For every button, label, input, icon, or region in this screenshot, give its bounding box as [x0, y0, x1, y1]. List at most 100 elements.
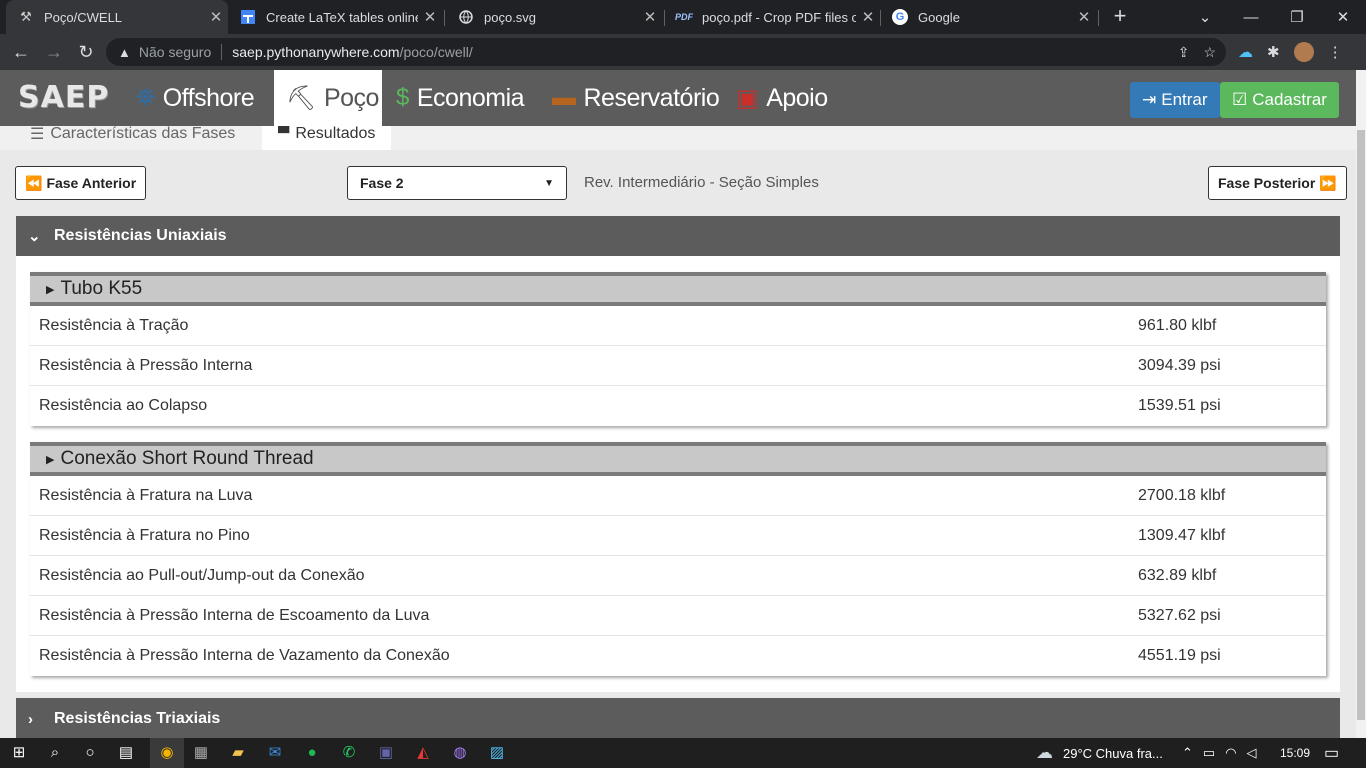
tab-search-button[interactable]: ⌄	[1182, 0, 1228, 34]
sign-in-icon: ⇥	[1142, 90, 1157, 109]
row-value: 1539.51 psi	[1138, 397, 1221, 414]
clock[interactable]: 15:09	[1280, 738, 1310, 768]
previous-phase-button[interactable]: ⏪ Fase Anterior	[15, 166, 147, 200]
pdf-favicon: PDF	[675, 12, 693, 22]
row-label: Resistência à Fratura na Luva	[39, 486, 253, 504]
panel-title: Resistências Uniaxiais	[54, 227, 227, 244]
tab-separator	[444, 10, 445, 26]
whatsapp-icon[interactable]: ✆	[338, 743, 360, 763]
avatar[interactable]	[1293, 42, 1314, 62]
address-bar[interactable]: ▲ Não seguro saep.pythonanywhere.com/poc…	[106, 38, 1226, 66]
close-icon[interactable]: ✕	[856, 8, 880, 26]
group-header[interactable]: ▶ Conexão Short Round Thread	[30, 446, 1326, 476]
register-button[interactable]: ☑ Cadastrar	[1220, 82, 1339, 118]
nav-offshore[interactable]: ⛯ Offshore	[136, 70, 255, 126]
search-icon[interactable]: ⌕	[44, 743, 66, 763]
extensions-area: ☁ ✱ ⋮	[1238, 42, 1343, 62]
tab-poco-svg[interactable]: poço.svg ✕	[446, 0, 662, 34]
nav-economia[interactable]: $ Economia	[396, 70, 525, 126]
close-icon[interactable]: ✕	[1072, 8, 1096, 26]
row-label: Resistência à Pressão Interna de Escoame…	[39, 606, 430, 624]
tab-resultados[interactable]: ▀ Resultados	[262, 126, 392, 150]
cloud-rain-icon: ☁	[1036, 743, 1053, 762]
group-conexao: ▶ Conexão Short Round Thread Resistência…	[30, 442, 1326, 676]
bookmark-star-icon[interactable]: ☆	[1203, 44, 1216, 61]
row-label: Resistência ao Colapso	[39, 397, 208, 414]
subtab-label: Características das Fases	[50, 126, 236, 142]
page-scrollbar[interactable]	[1356, 70, 1366, 740]
tab-separator	[1098, 10, 1099, 26]
results-content: ⏪ Fase Anterior Fase 2 ▼ Rev. Intermediá…	[0, 150, 1356, 740]
triaxial-panel-header[interactable]: › Resistências Triaxiais	[16, 698, 1340, 740]
group-title: Tubo K55	[60, 278, 143, 299]
tab-latex-tables[interactable]: Create LaTeX tables online – ✕	[228, 0, 442, 34]
row-value: 5327.62 psi	[1138, 606, 1221, 624]
more-menu-icon[interactable]: ⋮	[1328, 43, 1343, 61]
chrome-taskbar-icon[interactable]: ◉	[150, 738, 184, 768]
acrobat-icon[interactable]: ◭	[412, 743, 434, 763]
tab-title: Create LaTeX tables online –	[266, 9, 418, 25]
close-icon[interactable]: ✕	[204, 8, 228, 26]
notifications-icon[interactable]: ▭	[1324, 738, 1339, 768]
table-row: Resistência à Pressão Interna de Escoame…	[30, 596, 1326, 636]
next-phase-button[interactable]: Fase Posterior ⏩	[1208, 166, 1347, 200]
close-icon[interactable]: ✕	[638, 8, 662, 26]
site-logo[interactable]: SAEP	[18, 80, 109, 115]
battery-icon[interactable]: ▭	[1203, 745, 1215, 761]
previous-phase-label: Fase Anterior	[46, 175, 137, 191]
github-desktop-icon[interactable]: ◍	[449, 743, 471, 763]
uniaxial-panel-header[interactable]: ⌄ Resistências Uniaxiais	[16, 216, 1340, 256]
wifi-icon[interactable]: ◠	[1225, 745, 1236, 761]
security-status[interactable]: Não seguro	[139, 44, 211, 60]
tab-poco-cwell[interactable]: ⚒ Poço/CWELL ✕	[6, 0, 228, 34]
uniaxial-panel: ⌄ Resistências Uniaxiais ▶ Tubo K55 Resi…	[16, 216, 1340, 692]
nav-label: Poço	[323, 83, 379, 112]
group-tubo: ▶ Tubo K55 Resistência à Tração 961.80 k…	[30, 272, 1326, 426]
row-value: 2700.18 klbf	[1138, 486, 1226, 504]
scrollbar-thumb[interactable]	[1357, 130, 1365, 720]
row-label: Resistência à Tração	[39, 316, 189, 334]
tab-caracteristicas[interactable]: ☰ Características das Fases	[30, 126, 235, 150]
phase-select[interactable]: Fase 2 ▼	[347, 166, 567, 200]
tab-google[interactable]: G Google ✕	[880, 0, 1096, 34]
reload-button[interactable]: ↻	[74, 40, 98, 64]
omnibox-actions: ⇪ ☆	[1178, 44, 1216, 61]
register-label: Cadastrar	[1252, 90, 1327, 109]
file-explorer-icon[interactable]: ▰	[227, 743, 249, 763]
forward-button[interactable]: →	[42, 40, 66, 64]
nav-poco[interactable]: ⛏ Poço	[274, 70, 382, 126]
group-header[interactable]: ▶ Tubo K55	[30, 276, 1326, 306]
warning-icon[interactable]: ▲	[118, 45, 131, 60]
cortana-icon[interactable]: ○	[79, 743, 101, 763]
mail-icon[interactable]: ✉	[264, 743, 286, 763]
windows-start-icon[interactable]: ⊞	[8, 743, 30, 763]
table-row: Resistência à Fratura na Luva 2700.18 kl…	[30, 476, 1326, 516]
saep-favicon: ⚒	[20, 9, 32, 24]
document-icon: ☰	[30, 126, 45, 143]
spotify-icon[interactable]: ●	[301, 743, 323, 763]
chevron-right-icon: ›	[28, 710, 33, 728]
new-tab-button[interactable]: +	[1108, 4, 1132, 28]
calculator-icon[interactable]: ▦	[190, 743, 212, 763]
photos-icon[interactable]: ▨	[486, 743, 508, 763]
weather-widget[interactable]: ☁ 29°C Chuva fra...	[1036, 738, 1163, 768]
volume-icon[interactable]: ◁	[1247, 745, 1257, 761]
teams-icon[interactable]: ▣	[375, 743, 397, 763]
login-button[interactable]: ⇥ Entrar	[1130, 82, 1220, 118]
task-view-icon[interactable]: ▤	[115, 743, 137, 763]
close-icon[interactable]: ✕	[418, 8, 442, 26]
restore-button[interactable]: ❐	[1274, 0, 1320, 34]
back-button[interactable]: ←	[9, 40, 33, 64]
cloud-extension-icon[interactable]: ☁	[1238, 43, 1253, 61]
system-tray: ⌃ ▭ ◠ ◁	[1182, 738, 1257, 768]
puzzle-extensions-icon[interactable]: ✱	[1267, 43, 1280, 61]
tab-crop-pdf[interactable]: PDF poço.pdf - Crop PDF files onl ✕	[664, 0, 880, 34]
minimize-button[interactable]: —	[1228, 0, 1274, 34]
close-window-button[interactable]: ✕	[1320, 0, 1366, 34]
share-icon[interactable]: ⇪	[1178, 44, 1190, 61]
nav-apoio[interactable]: ▣ Apoio	[736, 70, 828, 126]
table-row: Resistência ao Pull-out/Jump-out da Cone…	[30, 556, 1326, 596]
nav-reservatorio[interactable]: ▬ Reservatório	[552, 70, 720, 126]
browser-tab-bar: ⚒ Poço/CWELL ✕ Create LaTeX tables onlin…	[0, 0, 1366, 34]
chevron-up-icon[interactable]: ⌃	[1182, 745, 1193, 761]
